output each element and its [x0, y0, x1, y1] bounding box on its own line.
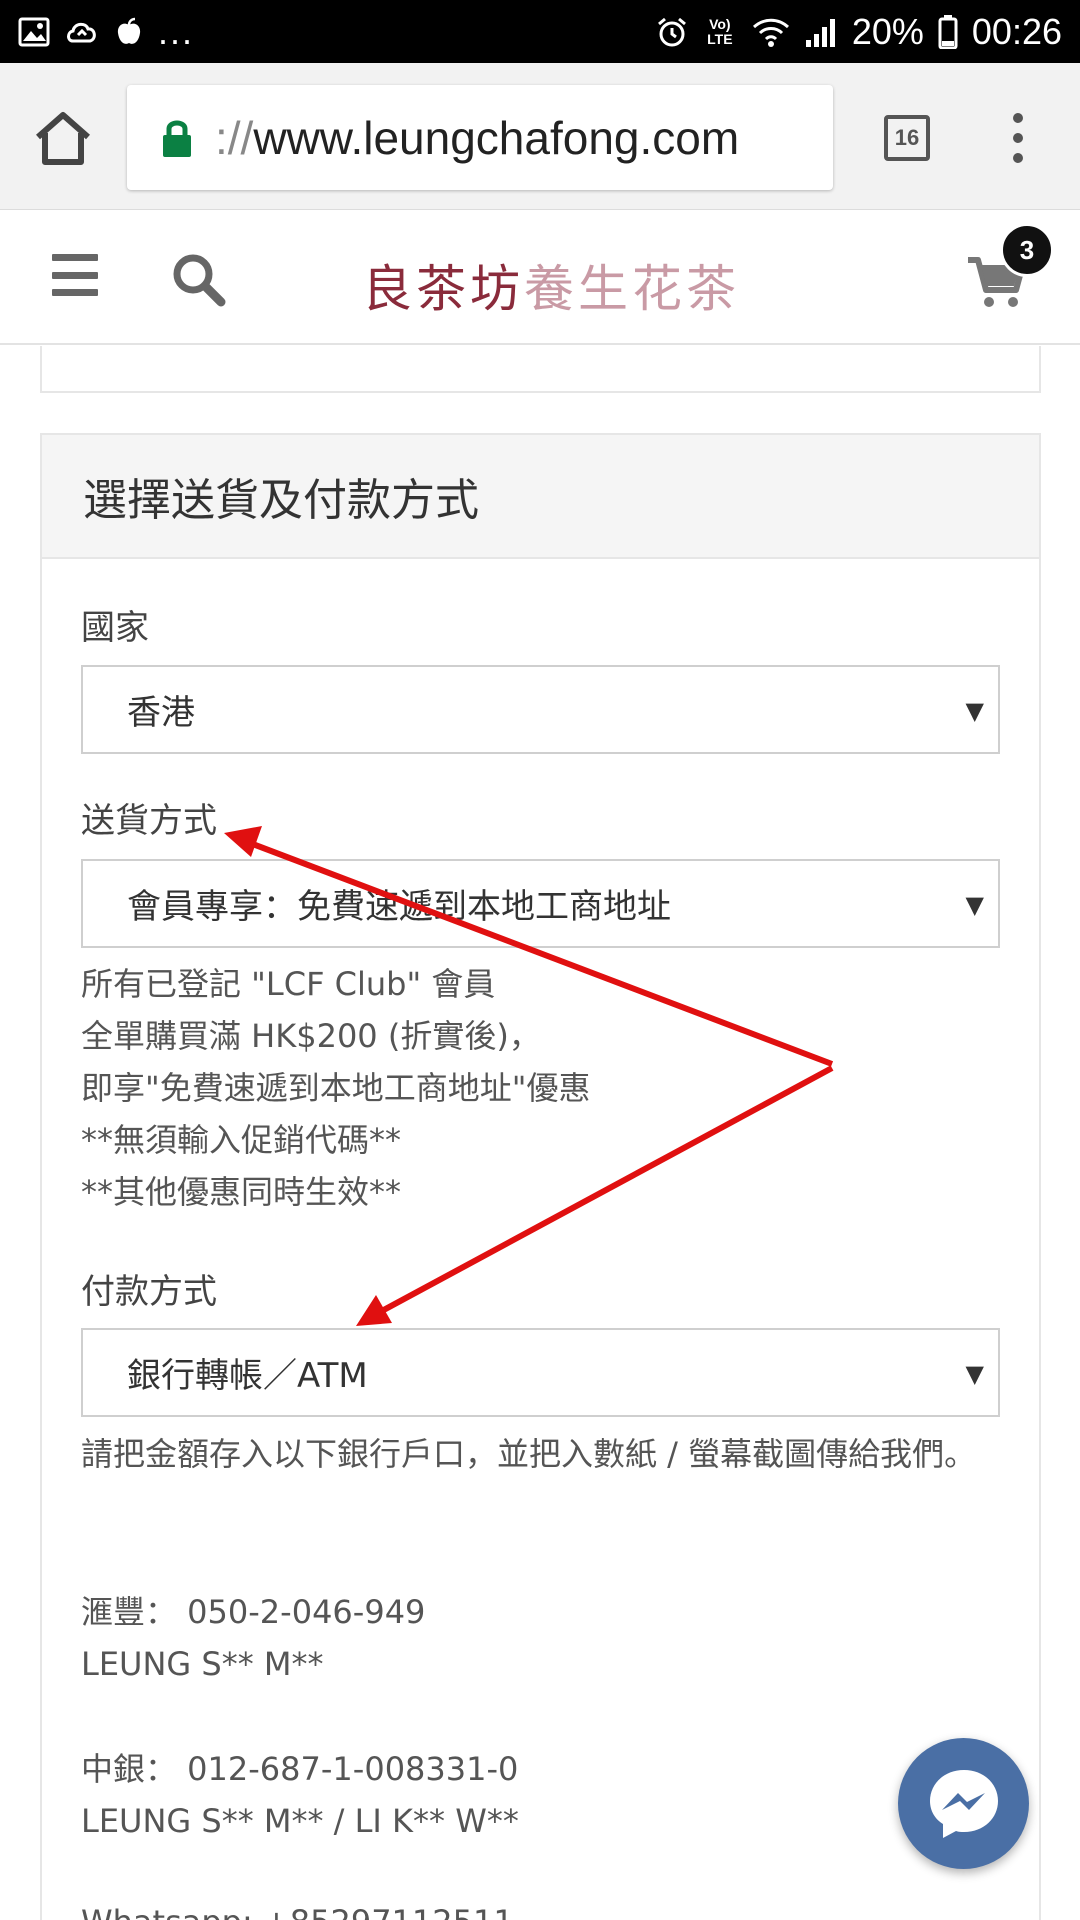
cloud-sync-icon: [67, 22, 96, 42]
browser-toolbar: ://www.leungchafong.com 16: [0, 63, 1080, 210]
cart-count: 3: [1019, 234, 1035, 265]
tab-switcher-button[interactable]: 16: [884, 115, 930, 161]
shipping-note-line: 所有已登記 "LCF Club" 會員: [81, 965, 496, 1003]
chevron-down-icon: ▼: [965, 1360, 984, 1388]
home-icon[interactable]: [32, 111, 94, 166]
messenger-chat-button[interactable]: [898, 1738, 1029, 1869]
shipping-note-line: **無須輸入促銷代碼**: [81, 1121, 402, 1159]
tab-count: 16: [894, 125, 920, 150]
wifi-icon: [752, 18, 789, 47]
account-holder: LEUNG S** M**: [81, 1645, 324, 1683]
bank-account-boc: 中銀： 012-687-1-008331-0 LEUNG S** M** / L…: [81, 1743, 1011, 1847]
menu-bar: [52, 254, 98, 261]
image-icon: [18, 17, 50, 46]
page: ... Vo) LTE 20% 00:26://www.leungchafon…: [0, 0, 1080, 1920]
cart-count-badge: 3: [1000, 223, 1054, 277]
site-header: 良茶坊養生花茶: [0, 211, 1080, 345]
previous-section-card: [40, 346, 1041, 393]
search-icon[interactable]: [170, 251, 226, 307]
battery-icon: [938, 14, 958, 49]
lock-icon: [163, 120, 191, 157]
shipping-method-value: 會員專享：免費速遞到本地工商地址: [127, 887, 671, 927]
shipping-note-line: 全單購買滿 HK$200 (折實後)，: [81, 1017, 541, 1055]
apple-icon: [117, 17, 141, 44]
shipping-method-label: 送貨方式: [81, 801, 217, 841]
status-bar-left: ...: [18, 11, 194, 53]
site-logo[interactable]: 良茶坊養生花茶: [362, 249, 740, 321]
chevron-down-icon: ▼: [965, 697, 984, 725]
card-header: 選擇送貨及付款方式: [42, 435, 1039, 559]
shipping-method-select[interactable]: 會員專享：免費速遞到本地工商地址 ▼: [81, 859, 1000, 948]
clock: 00:26: [971, 10, 1062, 52]
payment-instructions: 請把金額存入以下銀行戶口，並把入數紙 / 螢幕截圖傳給我們。: [81, 1428, 1011, 1480]
status-bar: ... Vo) LTE 20% 00:26: [0, 0, 1080, 63]
bank-line: 中銀： 012-687-1-008331-0: [81, 1750, 519, 1788]
shipping-note-line: 即享"免費速遞到本地工商地址"優惠: [81, 1069, 591, 1107]
status-overflow: ...: [158, 10, 195, 52]
kebab-dot: [1013, 133, 1023, 143]
section-title: 選擇送貨及付款方式: [83, 475, 479, 526]
whatsapp-line: Whatsapp: +85297112511: [81, 1896, 1011, 1920]
country-value: 香港: [127, 693, 195, 733]
shipping-notes: 所有已登記 "LCF Club" 會員 全單購買滿 HK$200 (折實後)， …: [81, 958, 1011, 1218]
whatsapp-text: Whatsapp: +85297112511: [81, 1896, 1011, 1920]
chevron-down-icon: ▼: [965, 891, 984, 919]
messenger-icon: [929, 1769, 998, 1838]
kebab-dot: [1013, 113, 1023, 123]
status-bar-right: Vo) LTE 20% 00:26: [656, 11, 1062, 53]
signal-icon: [805, 18, 835, 47]
more-options-icon[interactable]: [1004, 113, 1032, 163]
menu-icon[interactable]: [52, 254, 98, 296]
menu-bar: [52, 289, 98, 296]
payment-instructions-text: 請把金額存入以下銀行戶口，並把入數紙 / 螢幕截圖傳給我們。: [81, 1435, 977, 1473]
kebab-dot: [1013, 153, 1023, 163]
bank-account-hsbc: 滙豐： 050-2-046-949 LEUNG S** M**: [81, 1586, 1011, 1690]
logo-secondary: 養生花茶: [524, 260, 740, 318]
volte-indicator: Vo) LTE: [707, 15, 733, 47]
payment-method-select[interactable]: 銀行轉帳／ATM ▼: [81, 1328, 1000, 1417]
payment-method-value: 銀行轉帳／ATM: [127, 1356, 368, 1396]
menu-bar: [52, 271, 98, 279]
account-holder: LEUNG S** M** / LI K** W**: [81, 1802, 519, 1840]
url-text: ://www.leungchafong.com: [215, 111, 739, 165]
alarm-icon: [657, 17, 686, 46]
payment-method-label: 付款方式: [81, 1272, 217, 1312]
url-host: www.leungchafong.com: [253, 111, 740, 164]
battery-percent: 20%: [851, 10, 924, 52]
country-label: 國家: [81, 608, 149, 648]
url-scheme: ://: [215, 111, 254, 164]
address-bar[interactable]: ://www.leungchafong.com: [127, 85, 833, 190]
shipping-note-line: **其他優惠同時生效**: [81, 1173, 402, 1211]
logo-primary: 良茶坊: [362, 260, 524, 318]
country-select[interactable]: 香港 ▼: [81, 665, 1000, 754]
bank-line: 滙豐： 050-2-046-949: [81, 1593, 426, 1631]
